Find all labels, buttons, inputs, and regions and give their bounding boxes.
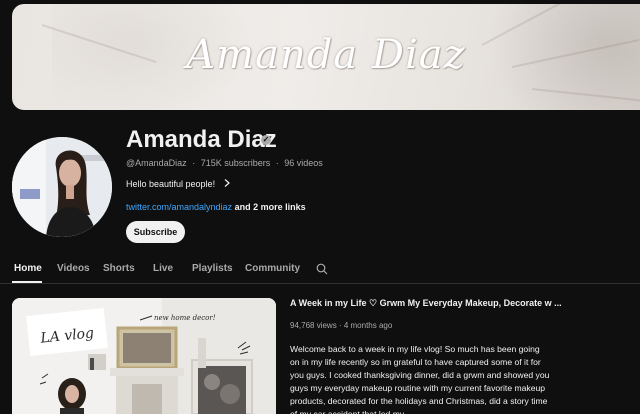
subscriber-count: 715K subscribers: [200, 158, 271, 168]
video-count: 96 videos: [284, 158, 323, 168]
channel-meta: @AmandaDiaz · 715K subscribers · 96 vide…: [126, 158, 323, 168]
twitter-link[interactable]: twitter.com/amandalyndiaz: [126, 202, 232, 212]
tab-videos[interactable]: Videos: [57, 263, 90, 274]
channel-banner: Amanda Diaz: [12, 4, 640, 110]
active-tab-indicator: [12, 281, 42, 283]
search-icon[interactable]: [316, 262, 328, 275]
channel-description[interactable]: Hello beautiful people!: [126, 179, 230, 189]
channel-links: twitter.com/amandalyndiaz and 2 more lin…: [126, 202, 306, 212]
more-links-link[interactable]: and 2 more links: [232, 202, 306, 212]
thumbnail-note-text: new home decor!: [154, 314, 216, 322]
separator: ·: [338, 321, 342, 330]
verified-icon: ✓: [261, 135, 271, 145]
channel-tagline: Hello beautiful people!: [126, 179, 216, 189]
channel-avatar[interactable]: [12, 137, 112, 237]
view-count: 94,768 views: [290, 321, 337, 330]
chevron-right-icon: [224, 179, 230, 189]
tab-home[interactable]: Home: [14, 263, 42, 274]
tab-shorts[interactable]: Shorts: [103, 263, 135, 274]
separator: ·: [192, 158, 196, 168]
thumbnail-image: LA vlog new home decor!: [12, 298, 276, 414]
banner-logo-text: Amanda Diaz: [186, 32, 466, 78]
featured-video-stats: 94,768 views · 4 months ago: [290, 321, 392, 330]
tab-live[interactable]: Live: [153, 263, 173, 274]
avatar-image: [12, 137, 112, 237]
featured-video-title[interactable]: A Week in my Life ♡ Grwm My Everyday Mak…: [290, 298, 562, 309]
channel-handle: @AmandaDiaz: [126, 158, 187, 168]
separator: ·: [275, 158, 279, 168]
featured-video-description: Welcome back to a week in my life vlog! …: [290, 344, 550, 414]
tab-community[interactable]: Community: [245, 263, 300, 274]
channel-name: Amanda Diaz: [126, 126, 277, 153]
featured-video-thumbnail[interactable]: LA vlog new home decor!: [12, 298, 276, 414]
upload-age: 4 months ago: [343, 321, 393, 330]
tab-playlists[interactable]: Playlists: [192, 263, 233, 274]
subscribe-button[interactable]: Subscribe: [126, 221, 185, 243]
